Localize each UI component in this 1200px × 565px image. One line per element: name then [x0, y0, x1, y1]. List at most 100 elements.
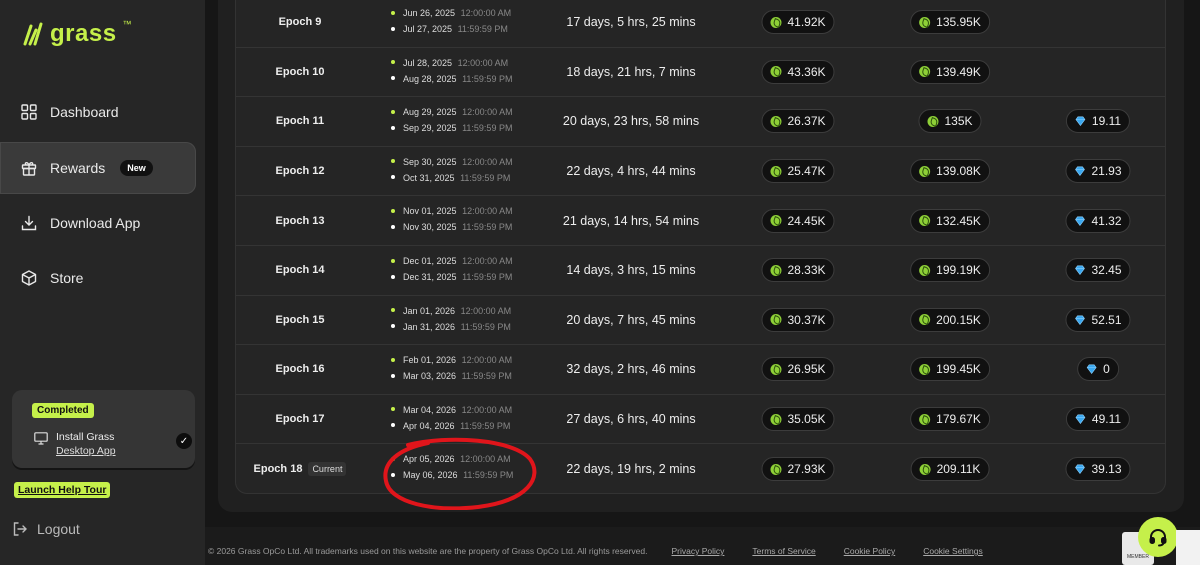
epoch-duration: 20 days, 7 hrs, 45 mins: [566, 312, 696, 327]
start-time: 12:00:00 AM: [462, 256, 513, 266]
reward-value-2: 199.45K: [936, 362, 981, 377]
grass-coin-icon: [919, 264, 931, 276]
start-dot: [391, 159, 395, 164]
epoch-label: Epoch 17: [275, 413, 325, 426]
end-date-line: May 06, 2026 11:59:59 PM: [391, 470, 513, 480]
start-dot: [391, 209, 395, 214]
cookie-policy-link[interactable]: Cookie Policy: [844, 546, 896, 556]
reward-value-1: 28.33K: [787, 263, 826, 278]
end-dot: [391, 26, 395, 31]
support-chat-button[interactable]: [1138, 517, 1178, 557]
epoch-duration: 22 days, 4 hrs, 44 mins: [566, 164, 696, 179]
sidebar-item-download-app[interactable]: Download App: [0, 197, 196, 249]
epoch-date-range: Apr 05, 2026 12:00:00 AM May 06, 2026 11:…: [391, 444, 551, 493]
reward-pill-1: 26.95K: [761, 357, 835, 382]
reward-value-1: 35.05K: [787, 412, 826, 427]
end-time: 11:59:59 PM: [460, 172, 511, 183]
reward-value-2: 132.45K: [936, 213, 981, 228]
epoch-date-range: Dec 01, 2025 12:00:00 AM Dec 31, 2025 11:…: [391, 246, 551, 295]
start-date: Jun 26, 2025: [403, 8, 456, 18]
diamond-icon: [1075, 216, 1085, 226]
epoch-date-range: Aug 29, 2025 12:00:00 AM Sep 29, 2025 11:…: [391, 97, 551, 146]
terms-of-service-link[interactable]: Terms of Service: [752, 546, 815, 556]
grass-coin-icon: [919, 363, 931, 375]
reward-pill-1: 43.36K: [761, 59, 835, 84]
table-row: Epoch 18 Current Apr 05, 2026 12:00:00 AM M…: [236, 444, 1165, 493]
epoch-cell: Epoch 9: [236, 0, 364, 47]
end-dot: [391, 473, 395, 478]
launch-help-tour-button[interactable]: Launch Help Tour: [14, 482, 111, 498]
reward-pill-3: 39.13: [1065, 457, 1131, 482]
reward-value-1: 24.45K: [787, 213, 826, 228]
sidebar-item-rewards[interactable]: Rewards New: [0, 142, 196, 194]
cookie-settings-link[interactable]: Cookie Settings: [923, 546, 983, 556]
desktop-app-link[interactable]: Desktop App: [56, 444, 116, 458]
end-date: Sep 29, 2025: [403, 123, 457, 134]
start-date-line: Dec 01, 2025 12:00:00 AM: [391, 256, 513, 266]
start-dot: [391, 357, 395, 362]
reward-value-3: 39.13: [1091, 462, 1122, 477]
grass-coin-icon: [770, 413, 782, 425]
start-dot: [391, 457, 395, 462]
reward-pill-2: 199.19K: [910, 258, 990, 283]
sidebar-item-label: Dashboard: [50, 104, 119, 120]
grass-coin-icon: [919, 16, 931, 28]
reward-pill-3: 0: [1077, 357, 1119, 382]
epoch-label: Epoch 13: [275, 214, 325, 227]
reward-value-2: 139.49K: [936, 64, 981, 79]
reward-pill-1: 35.05K: [761, 407, 835, 432]
epoch-date-range: Mar 04, 2026 12:00:00 AM Apr 04, 2026 11:…: [391, 395, 551, 444]
reward-pill-1: 27.93K: [761, 457, 835, 482]
reward-value-2: 200.15K: [936, 312, 981, 327]
logout-button[interactable]: Logout: [12, 521, 80, 537]
start-time: 12:00:00 AM: [462, 156, 513, 167]
table-row: Epoch 10 Jul 28, 2025 12:00:00 AM Aug 28, …: [236, 48, 1165, 98]
sidebar-item-store[interactable]: Store: [0, 252, 196, 304]
check-icon: ✓: [176, 433, 192, 449]
start-date: Feb 01, 2026: [403, 355, 457, 366]
reward-value-3: 41.32: [1091, 213, 1122, 228]
current-badge: Current: [308, 462, 347, 477]
sidebar-item-label: Rewards: [50, 160, 106, 176]
privacy-policy-link[interactable]: Privacy Policy: [672, 546, 725, 556]
footer: © 2026 Grass OpCo Ltd. All trademarks us…: [208, 546, 1011, 556]
download-icon: [20, 215, 37, 232]
reward-pill-2: 135.95K: [910, 10, 990, 35]
sidebar-item-label: Store: [50, 270, 84, 286]
reward-value-2: 139.08K: [936, 164, 981, 179]
install-task-card: Completed Install Grass Desktop App ✓: [12, 390, 195, 468]
end-date: Apr 04, 2026: [403, 420, 455, 431]
table-row: Epoch 11 Aug 29, 2025 12:00:00 AM Sep 29, …: [236, 97, 1165, 147]
logout-icon: [13, 522, 27, 536]
start-date: Nov 01, 2025: [403, 206, 457, 217]
end-date: May 06, 2026: [403, 470, 458, 481]
grass-coin-icon: [919, 463, 931, 475]
reward-pill-3: 52.51: [1065, 307, 1131, 332]
table-row: Epoch 15 Jan 01, 2026 12:00:00 AM Jan 31, …: [236, 296, 1165, 346]
reward-value-2: 209.11K: [936, 462, 981, 477]
end-date-line: Aug 28, 2025 11:59:59 PM: [391, 74, 512, 84]
brand-name: grass: [50, 20, 117, 47]
end-date-line: Jul 27, 2025 11:59:59 PM: [391, 24, 508, 34]
diamond-icon: [1075, 464, 1085, 475]
install-task-title: Install Grass: [56, 431, 115, 443]
sidebar-item-dashboard[interactable]: Dashboard: [0, 86, 196, 138]
start-date-line: Jul 28, 2025 12:00:00 AM: [391, 58, 508, 68]
end-date-line: Jan 31, 2026 11:59:59 PM: [391, 322, 511, 332]
reward-pill-1: 26.37K: [761, 109, 835, 134]
diamond-icon: [1086, 364, 1097, 375]
start-time: 12:00:00 AM: [460, 305, 512, 316]
epoch-duration: 22 days, 19 hrs, 2 mins: [566, 462, 696, 477]
start-date-line: Sep 30, 2025 12:00:00 AM: [391, 157, 513, 167]
diamond-icon: [1075, 315, 1085, 325]
end-time: 11:59:59 PM: [462, 272, 513, 282]
end-dot: [391, 225, 395, 230]
grass-logo[interactable]: grass ™: [22, 19, 132, 48]
new-badge: New: [120, 160, 153, 176]
start-date: Mar 04, 2026: [403, 404, 457, 415]
completed-badge: Completed: [32, 403, 94, 418]
reward-value-1: 30.37K: [787, 312, 826, 327]
reward-value-3: 21.93: [1091, 164, 1122, 179]
end-date-line: Mar 03, 2026 11:59:59 PM: [391, 371, 512, 381]
gift-icon: [20, 160, 37, 177]
